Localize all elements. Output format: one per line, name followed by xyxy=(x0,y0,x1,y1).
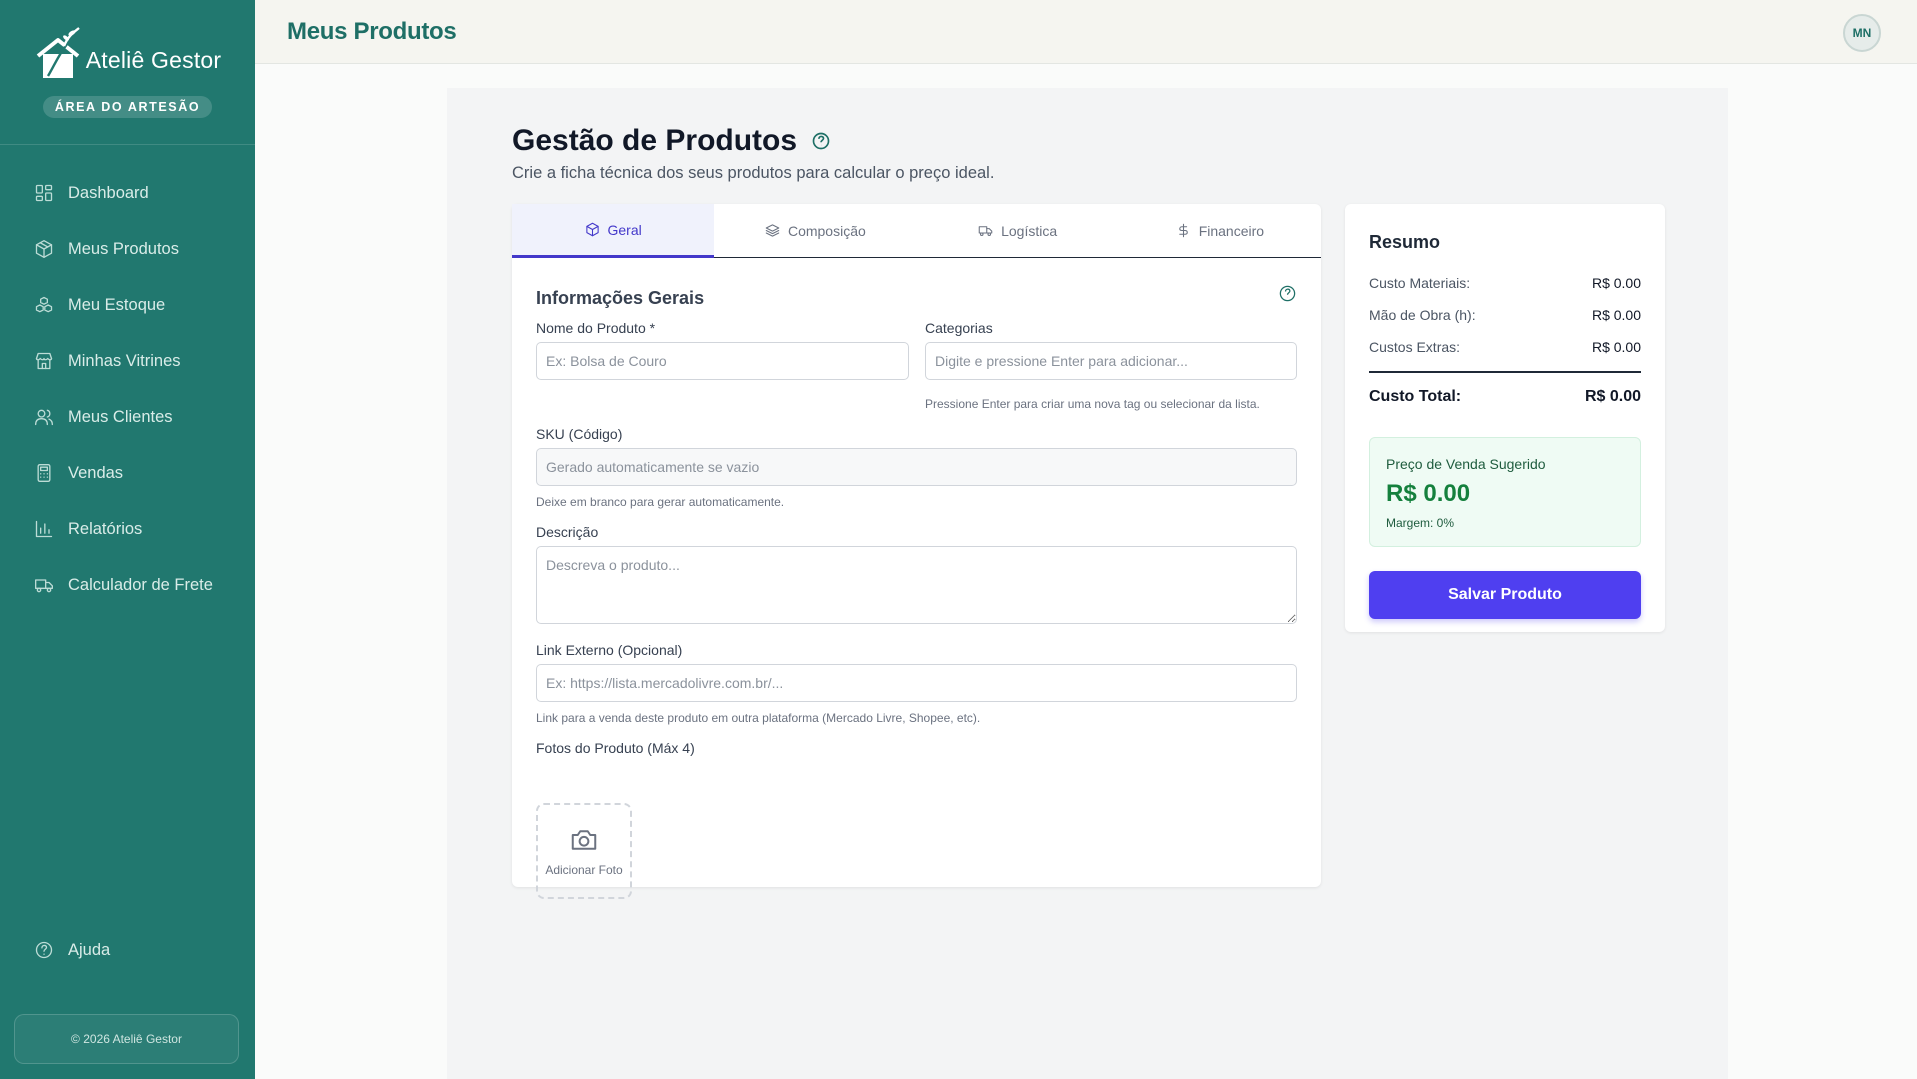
summary-row-value: R$ 0.00 xyxy=(1591,307,1641,323)
topbar-title: Meus Produtos xyxy=(287,17,457,45)
product-tabs: Geral Composição Logística Financeiro xyxy=(512,204,1321,258)
summary-row-materials: Custo Materiais: R$ 0.00 xyxy=(1369,267,1641,299)
sidebar-item-shipping-calculator[interactable]: Calculador de Frete xyxy=(0,557,255,613)
sidebar-nav: Dashboard Meus Produtos Meu Estoque Minh… xyxy=(0,145,255,613)
users-icon xyxy=(35,409,53,426)
external-link-input[interactable] xyxy=(536,664,1297,702)
summary-total-label: Custo Total: xyxy=(1369,388,1462,405)
tab-financial[interactable]: Financeiro xyxy=(1119,204,1321,257)
bar-chart-icon xyxy=(35,520,53,538)
product-name-input[interactable] xyxy=(536,342,909,380)
tab-label: Geral xyxy=(607,221,642,238)
sidebar: Ateliê Gestor ÁREA DO ARTESÃO Dashboard … xyxy=(0,0,255,1079)
sidebar-item-label: Meu Estoque xyxy=(68,295,166,314)
product-name-label: Nome do Produto * xyxy=(536,320,656,336)
summary-row-label: Mão de Obra (h): xyxy=(1369,307,1476,323)
sidebar-item-stock[interactable]: Meu Estoque xyxy=(0,277,255,333)
sidebar-item-showcases[interactable]: Minhas Vitrines xyxy=(0,333,255,389)
summary-row-value: R$ 0.00 xyxy=(1591,275,1641,291)
help-circle-icon[interactable] xyxy=(1278,284,1297,303)
brand-badge: ÁREA DO ARTESÃO xyxy=(42,96,213,118)
suggested-price-box: Preço de Venda Sugerido R$ 0.00 Margem: … xyxy=(1369,437,1641,547)
summary-row-label: Custos Extras: xyxy=(1369,339,1461,355)
tab-label: Financeiro xyxy=(1198,222,1265,239)
tab-general[interactable]: Geral xyxy=(512,204,715,258)
help-circle-icon xyxy=(35,941,53,959)
summary-row-value: R$ 0.00 xyxy=(1591,339,1641,355)
section-title: Informações Gerais xyxy=(536,288,705,308)
sidebar-item-products[interactable]: Meus Produtos xyxy=(0,221,255,277)
tab-composition[interactable]: Composição xyxy=(714,204,916,257)
store-icon xyxy=(35,352,53,370)
sidebar-item-label: Minhas Vitrines xyxy=(68,351,181,370)
page-title: Gestão de Produtos xyxy=(512,124,994,158)
sidebar-item-help[interactable]: Ajuda xyxy=(0,922,255,978)
sidebar-item-label: Dashboard xyxy=(68,183,149,202)
tab-label: Composição xyxy=(787,222,866,239)
boxes-icon xyxy=(35,296,53,313)
main-area: Gestão de Produtos Crie a ficha técnica … xyxy=(255,64,1917,1079)
content-panel: Gestão de Produtos Crie a ficha técnica … xyxy=(447,88,1728,1079)
user-avatar[interactable]: MN xyxy=(1843,14,1881,52)
summary-card: Resumo Custo Materiais: R$ 0.00 Mão de O… xyxy=(1345,204,1665,632)
truck-icon xyxy=(978,226,993,237)
summary-divider xyxy=(1369,371,1641,373)
add-photo-label: Adicionar Foto xyxy=(545,863,623,877)
sidebar-item-label: Ajuda xyxy=(68,940,111,959)
sidebar-item-reports[interactable]: Relatórios xyxy=(0,501,255,557)
sidebar-footer: © 2026 Ateliê Gestor xyxy=(14,1014,239,1064)
help-circle-icon[interactable] xyxy=(811,131,831,151)
description-textarea[interactable] xyxy=(536,546,1297,624)
atelier-house-logo-icon xyxy=(36,27,80,78)
description-label: Descrição xyxy=(536,524,599,540)
sku-label: SKU (Código) xyxy=(536,426,623,442)
page-title-text: Gestão de Produtos xyxy=(512,124,798,157)
external-link-hint: Link para a venda deste produto em outra… xyxy=(536,711,981,725)
dashboard-icon xyxy=(35,184,53,202)
page-header: Gestão de Produtos Crie a ficha técnica … xyxy=(512,124,994,183)
suggested-price-value: R$ 0.00 xyxy=(1386,480,1471,507)
categories-input[interactable] xyxy=(925,342,1297,380)
summary-row-extras: Custos Extras: R$ 0.00 xyxy=(1369,331,1641,363)
calculator-icon xyxy=(37,464,51,482)
save-product-button[interactable]: Salvar Produto xyxy=(1369,571,1641,619)
truck-icon xyxy=(35,579,53,593)
sidebar-item-label: Meus Produtos xyxy=(68,239,179,258)
categories-hint: Pressione Enter para criar uma nova tag … xyxy=(925,397,1260,411)
external-link-label: Link Externo (Opcional) xyxy=(536,642,683,658)
summary-row-labor: Mão de Obra (h): R$ 0.00 xyxy=(1369,299,1641,331)
brand: Ateliê Gestor ÁREA DO ARTESÃO xyxy=(0,0,255,145)
tab-label: Logística xyxy=(1001,222,1058,239)
photos-label: Fotos do Produto (Máx 4) xyxy=(536,740,695,756)
brand-name: Ateliê Gestor xyxy=(85,46,222,73)
summary-row-label: Custo Materiais: xyxy=(1369,275,1471,291)
categories-label: Categorias xyxy=(925,320,993,336)
sku-hint: Deixe em branco para gerar automaticamen… xyxy=(536,495,785,509)
box-icon xyxy=(585,222,599,237)
product-form-card: Geral Composição Logística Financeiro In… xyxy=(512,204,1321,899)
box-icon xyxy=(35,240,53,258)
dollar-icon xyxy=(1178,223,1188,238)
margin-text: Margem: 0% xyxy=(1386,516,1455,530)
sidebar-item-label: Meus Clientes xyxy=(68,407,173,426)
topbar: Meus Produtos MN xyxy=(255,0,1917,64)
sku-input[interactable] xyxy=(536,448,1297,486)
summary-total-value: R$ 0.00 xyxy=(1584,388,1641,405)
layers-icon xyxy=(765,224,780,237)
sidebar-item-sales[interactable]: Vendas xyxy=(0,445,255,501)
summary-title: Resumo xyxy=(1369,232,1441,252)
sidebar-item-clients[interactable]: Meus Clientes xyxy=(0,389,255,445)
sidebar-item-dashboard[interactable]: Dashboard xyxy=(0,165,255,221)
sidebar-item-label: Vendas xyxy=(68,463,124,482)
add-photo-button[interactable]: Adicionar Foto xyxy=(536,803,632,899)
camera-icon xyxy=(571,830,597,850)
tab-logistics[interactable]: Logística xyxy=(917,204,1119,257)
summary-total: Custo Total: R$ 0.00 xyxy=(1369,381,1641,413)
page-subtitle: Crie a ficha técnica dos seus produtos p… xyxy=(512,164,995,182)
suggested-price-label: Preço de Venda Sugerido xyxy=(1386,456,1546,472)
sidebar-item-label: Relatórios xyxy=(68,519,143,538)
sidebar-item-label: Calculador de Frete xyxy=(68,575,213,594)
